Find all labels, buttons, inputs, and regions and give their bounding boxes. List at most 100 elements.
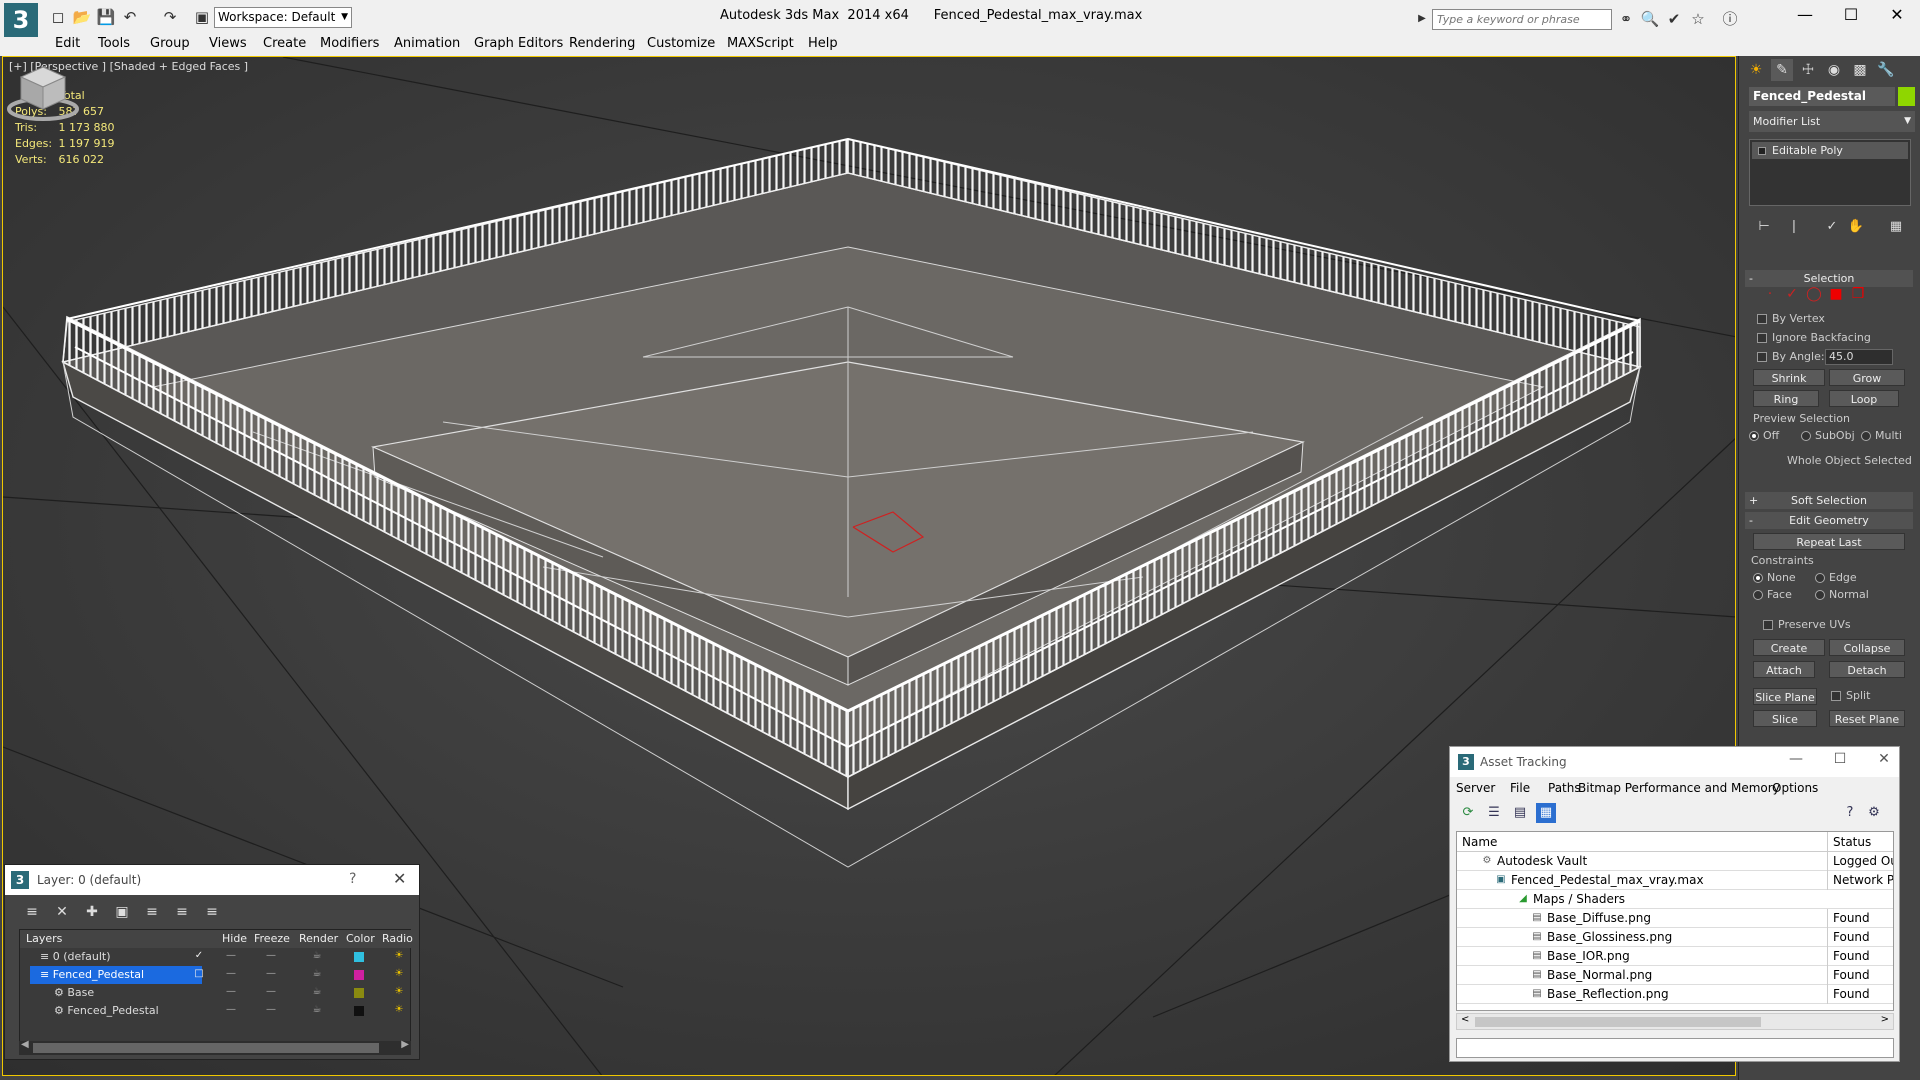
hide-toggle[interactable]: — (224, 986, 238, 998)
modify-tab-icon[interactable]: ✎ (1771, 59, 1793, 81)
list-view-icon[interactable]: ☰ (1484, 803, 1504, 823)
grow-button[interactable]: Grow (1829, 369, 1905, 386)
layer-color-swatch[interactable] (354, 952, 364, 962)
minimize-icon[interactable]: — (1782, 0, 1828, 32)
communication-center-icon[interactable]: 🔍 (1640, 9, 1660, 29)
close-icon[interactable]: ✕ (393, 869, 406, 888)
col-color[interactable]: Color (346, 930, 375, 948)
search-input[interactable] (1432, 9, 1612, 30)
hierarchy-tab-icon[interactable]: ☩ (1797, 59, 1819, 81)
refresh-icon[interactable]: ⟳ (1458, 803, 1478, 823)
app-logo-icon[interactable]: 3 (4, 3, 38, 37)
maximize-icon[interactable]: ☐ (1828, 0, 1874, 32)
make-unique-icon[interactable]: ✓ (1821, 216, 1843, 238)
show-end-result-icon[interactable]: ❘ (1783, 216, 1805, 238)
col-render[interactable]: Render (299, 930, 339, 948)
highlight-selected-icon[interactable]: ≡ (141, 901, 163, 923)
minimize-icon[interactable]: — (1784, 751, 1808, 767)
layer-row[interactable]: ≡ 0 (default) ✓ — — ☕ ☀ (20, 948, 412, 966)
save-file-icon[interactable]: 💾 (96, 7, 116, 27)
object-color-swatch[interactable] (1898, 87, 1915, 106)
slice-button[interactable]: Slice (1753, 710, 1817, 727)
render-teapot-icon[interactable]: ☕ (310, 950, 324, 962)
menu-create[interactable]: Create (263, 36, 306, 51)
render-teapot-icon[interactable]: ☕ (310, 986, 324, 998)
scroll-left-icon[interactable]: < (1461, 1014, 1469, 1025)
horizontal-scrollbar[interactable]: < > (1456, 1013, 1894, 1030)
reset-plane-button[interactable]: Reset Plane (1829, 710, 1905, 727)
attach-button[interactable]: Attach (1753, 661, 1815, 678)
ignore-backfacing-checkbox[interactable]: Ignore Backfacing (1757, 330, 1917, 346)
freeze-all-icon[interactable]: ≡ (201, 901, 223, 923)
hide-toggle[interactable]: — (224, 1004, 238, 1016)
radiosity-icon[interactable]: ☀ (392, 968, 406, 980)
freeze-toggle[interactable]: — (264, 968, 278, 980)
layer-color-swatch[interactable] (354, 1006, 364, 1016)
create-layer-icon[interactable]: ≡ (21, 901, 43, 923)
col-name[interactable]: Name (1457, 832, 1827, 852)
hide-all-icon[interactable]: ≡ (171, 901, 193, 923)
delete-layer-icon[interactable]: ✕ (51, 901, 73, 923)
menu-maxscript[interactable]: MAXScript (727, 36, 794, 51)
undo-icon[interactable]: ↶ (120, 7, 140, 27)
scrollbar-thumb[interactable] (1475, 1017, 1761, 1027)
asset-row[interactable]: ◢ Maps / Shaders (1457, 890, 1893, 909)
table-view-icon[interactable]: ▦ (1536, 803, 1556, 823)
search-expand-icon[interactable]: ▶ (1412, 9, 1432, 29)
scroll-right-icon[interactable]: > (1881, 1014, 1889, 1025)
horizontal-scrollbar[interactable]: ◀ ▶ (19, 1039, 411, 1055)
current-layer-check-icon[interactable]: ✓ (192, 950, 206, 962)
scrollbar-thumb[interactable] (33, 1043, 379, 1053)
loop-button[interactable]: Loop (1829, 390, 1899, 407)
new-file-icon[interactable]: ◻ (48, 7, 68, 27)
modifier-list-dropdown[interactable]: Modifier List ▼ (1749, 111, 1915, 132)
create-tab-icon[interactable]: ☀ (1745, 59, 1767, 81)
display-tab-icon[interactable]: ▩ (1849, 59, 1871, 81)
soft-selection-rollout-header[interactable]: + Soft Selection (1745, 492, 1913, 509)
menu-customize[interactable]: Customize (647, 36, 715, 51)
scroll-right-icon[interactable]: ▶ (401, 1039, 409, 1050)
asset-menu-file[interactable]: File (1510, 781, 1530, 795)
utilities-tab-icon[interactable]: 🔧 (1875, 59, 1897, 81)
vertex-mode-icon[interactable]: ⋅ (1761, 285, 1779, 303)
asset-row[interactable]: ▤ Base_IOR.png Found (1457, 947, 1893, 966)
col-status[interactable]: Status (1827, 832, 1893, 852)
open-file-icon[interactable]: 📂 (72, 7, 92, 27)
menu-edit[interactable]: Edit (55, 36, 80, 51)
modifier-stack-item[interactable]: Editable Poly (1752, 142, 1908, 159)
radiosity-icon[interactable]: ☀ (392, 986, 406, 998)
freeze-toggle[interactable]: — (264, 1004, 278, 1016)
asset-row[interactable]: ▣ Fenced_Pedestal_max_vray.max Network P… (1457, 871, 1893, 890)
layer-color-swatch[interactable] (354, 970, 364, 980)
collapse-button[interactable]: Collapse (1829, 639, 1905, 656)
preserve-uvs-checkbox[interactable]: Preserve UVs (1763, 617, 1920, 633)
close-icon[interactable]: ✕ (1874, 0, 1920, 32)
asset-row[interactable]: ▤ Base_Glossiness.png Found (1457, 928, 1893, 947)
object-name-field[interactable]: Fenced_Pedestal (1749, 87, 1895, 106)
configure-sets-icon[interactable]: ▦ (1885, 216, 1907, 238)
asset-menu-bitmap-performance[interactable]: Bitmap Performance and Memory (1578, 781, 1780, 795)
edge-mode-icon[interactable]: ✓ (1783, 285, 1801, 303)
project-folder-icon[interactable]: ▣ (192, 7, 212, 27)
viewcube-icon[interactable] (3, 57, 83, 127)
expand-icon[interactable] (1758, 147, 1766, 155)
asset-menu-options[interactable]: Options (1772, 781, 1818, 795)
create-button[interactable]: Create (1753, 639, 1825, 656)
render-teapot-icon[interactable]: ☕ (310, 968, 324, 980)
repeat-last-button[interactable]: Repeat Last (1753, 533, 1905, 550)
scroll-left-icon[interactable]: ◀ (21, 1039, 29, 1050)
maximize-icon[interactable]: ☐ (1828, 751, 1852, 767)
close-icon[interactable]: ✕ (1872, 751, 1896, 767)
motion-tab-icon[interactable]: ◉ (1823, 59, 1845, 81)
by-vertex-checkbox[interactable]: By Vertex (1757, 311, 1917, 327)
shrink-button[interactable]: Shrink (1753, 369, 1825, 386)
polygon-mode-icon[interactable]: ■ (1827, 285, 1845, 303)
remove-modifier-icon[interactable]: ✋ (1845, 216, 1867, 238)
render-teapot-icon[interactable]: ☕ (310, 1004, 324, 1016)
detach-button[interactable]: Detach (1829, 661, 1905, 678)
freeze-toggle[interactable]: — (264, 986, 278, 998)
detail-view-icon[interactable]: ▤ (1510, 803, 1530, 823)
set-current-box-icon[interactable]: □ (192, 968, 206, 980)
asset-row[interactable]: ▤ Base_Diffuse.png Found (1457, 909, 1893, 928)
asset-row[interactable]: ⚙ Autodesk Vault Logged Out (1457, 852, 1893, 871)
